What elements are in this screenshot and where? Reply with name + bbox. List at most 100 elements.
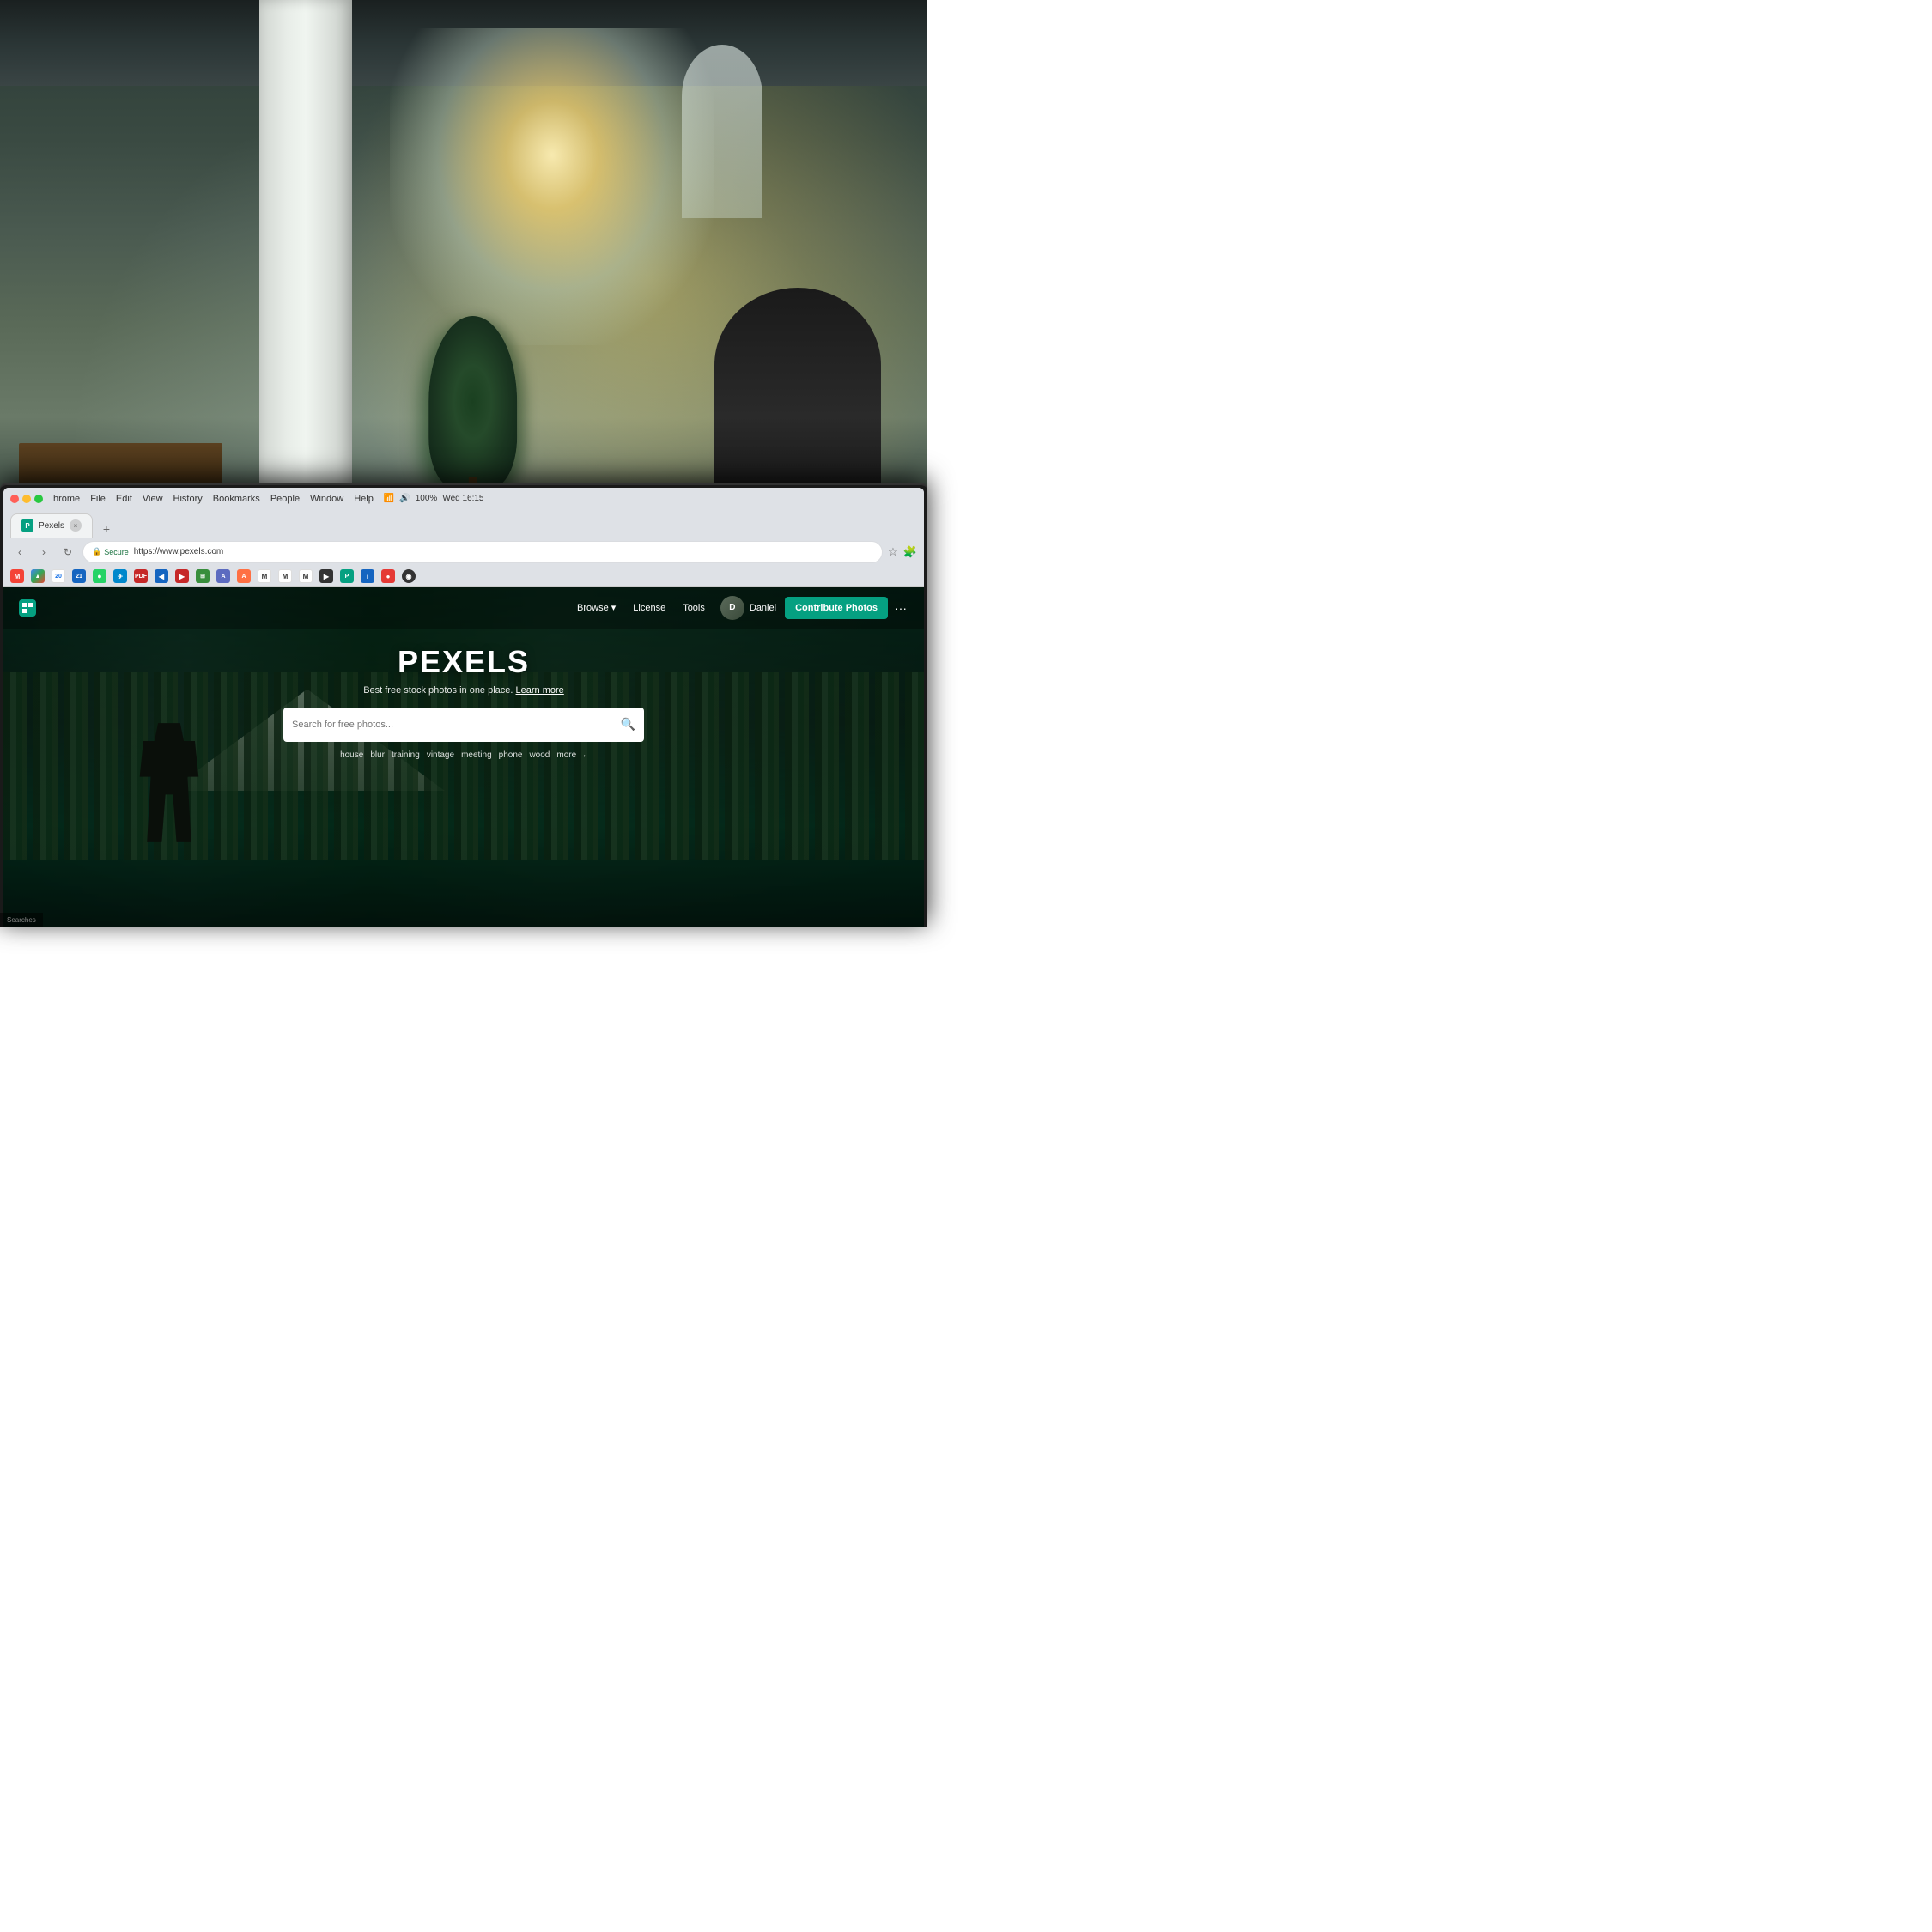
bookmark-ext7[interactable]: ● bbox=[381, 569, 395, 583]
bookmark-ext5[interactable]: P bbox=[340, 569, 354, 583]
tag-wood[interactable]: wood bbox=[529, 750, 550, 760]
forward-button[interactable]: › bbox=[34, 543, 53, 562]
active-tab[interactable]: P Pexels × bbox=[10, 513, 93, 538]
ext4-icon: ▶ bbox=[319, 569, 333, 583]
youtube-icon: ▶ bbox=[175, 569, 189, 583]
bookmark-ext8[interactable]: ◉ bbox=[402, 569, 416, 583]
volume-icon: 🔊 bbox=[399, 494, 410, 503]
laptop-screen: hrome File Edit View History Bookmarks P… bbox=[0, 483, 927, 927]
tag-more[interactable]: more → bbox=[556, 750, 587, 760]
bookmark-pdf[interactable]: PDF bbox=[134, 569, 148, 583]
menu-help[interactable]: Help bbox=[354, 494, 374, 504]
maximize-button[interactable] bbox=[34, 495, 43, 503]
mac-titlebar: hrome File Edit View History Bookmarks P… bbox=[3, 488, 924, 510]
tag-vintage[interactable]: vintage bbox=[427, 750, 454, 760]
pexels-nav-links: Browse ▾ License Tools D bbox=[570, 596, 910, 620]
user-name: Daniel bbox=[750, 603, 776, 613]
bookmark-medium[interactable]: M bbox=[258, 569, 271, 583]
search-input[interactable] bbox=[292, 720, 621, 730]
tag-phone[interactable]: phone bbox=[499, 750, 523, 760]
bookmark-gmail[interactable]: M bbox=[10, 569, 24, 583]
medium3-icon: M bbox=[299, 569, 313, 583]
telegram-icon: ✈ bbox=[113, 569, 127, 583]
bookmark-ext4[interactable]: ▶ bbox=[319, 569, 333, 583]
address-bar[interactable]: 🔒 Secure https://www.pexels.com bbox=[82, 541, 883, 563]
browse-nav-item[interactable]: Browse ▾ bbox=[570, 597, 623, 618]
learn-more-link[interactable]: Learn more bbox=[516, 685, 564, 696]
menu-window[interactable]: Window bbox=[310, 494, 343, 504]
tools-nav-item[interactable]: Tools bbox=[676, 598, 712, 618]
search-icon[interactable]: 🔍 bbox=[621, 717, 635, 732]
ext8-icon: ◉ bbox=[402, 569, 416, 583]
battery-icon: 100% bbox=[416, 494, 438, 503]
bookmark-cal2[interactable]: 21 bbox=[72, 569, 86, 583]
bookmark-ext1[interactable]: ◀ bbox=[155, 569, 168, 583]
user-area[interactable]: D Daniel bbox=[715, 596, 781, 620]
whatsapp-icon: ● bbox=[93, 569, 106, 583]
bookmark-medium2[interactable]: M bbox=[278, 569, 292, 583]
menu-people[interactable]: People bbox=[270, 494, 300, 504]
bookmark-yt[interactable]: ▶ bbox=[175, 569, 189, 583]
bookmark-telegram[interactable]: ✈ bbox=[113, 569, 127, 583]
tag-meeting[interactable]: meeting bbox=[461, 750, 492, 760]
tab-close-button[interactable]: × bbox=[70, 519, 82, 532]
pexels-navbar: Browse ▾ License Tools D bbox=[3, 587, 924, 629]
pexels-search-bar[interactable]: 🔍 bbox=[283, 708, 644, 742]
browse-label: Browse bbox=[577, 603, 609, 613]
bookmark-gdrive[interactable]: ▲ bbox=[31, 569, 45, 583]
bottom-label: Searches bbox=[7, 916, 36, 924]
back-button[interactable]: ‹ bbox=[10, 543, 29, 562]
reload-button[interactable]: ↻ bbox=[58, 543, 77, 562]
chrome-menu: hrome File Edit View History Bookmarks P… bbox=[46, 490, 491, 507]
bookmark-medium3[interactable]: M bbox=[299, 569, 313, 583]
screen-bezel: hrome File Edit View History Bookmarks P… bbox=[0, 483, 927, 927]
menu-history[interactable]: History bbox=[173, 494, 203, 504]
secure-label: Secure bbox=[104, 548, 129, 556]
medium2-icon: M bbox=[278, 569, 292, 583]
tab-bar: P Pexels × + bbox=[3, 510, 924, 538]
bookmark-cal1[interactable]: 20 bbox=[52, 569, 65, 583]
user-initials: D bbox=[729, 603, 735, 612]
new-tab-button[interactable]: + bbox=[98, 520, 115, 538]
tab-favicon: P bbox=[21, 519, 33, 532]
tab-label: Pexels bbox=[39, 521, 64, 531]
license-nav-item[interactable]: License bbox=[626, 598, 672, 618]
search-tags: house blur training vintage meeting phon… bbox=[340, 750, 587, 760]
bookmark-ext2[interactable]: A bbox=[216, 569, 230, 583]
menu-edit[interactable]: Edit bbox=[116, 494, 132, 504]
more-options-button[interactable]: ··· bbox=[891, 601, 910, 615]
pexels-logo-icon bbox=[17, 598, 38, 618]
contribute-photos-button[interactable]: Contribute Photos bbox=[785, 597, 888, 619]
browse-dropdown-icon: ▾ bbox=[611, 602, 617, 613]
tag-blur[interactable]: blur bbox=[370, 750, 385, 760]
tag-training[interactable]: training bbox=[392, 750, 420, 760]
bookmark-ext3[interactable]: A bbox=[237, 569, 251, 583]
pexels-logo[interactable] bbox=[17, 598, 38, 618]
window-area bbox=[390, 28, 714, 344]
chrome-browser: hrome File Edit View History Bookmarks P… bbox=[3, 488, 924, 927]
pexels-bm-icon: P bbox=[340, 569, 354, 583]
close-button[interactable] bbox=[10, 495, 19, 503]
bookmark-ext6[interactable]: i bbox=[361, 569, 374, 583]
menu-bookmarks[interactable]: Bookmarks bbox=[213, 494, 260, 504]
bookmark-sheets[interactable]: ⊞ bbox=[196, 569, 210, 583]
menu-file[interactable]: File bbox=[90, 494, 106, 504]
ext2-icon: A bbox=[216, 569, 230, 583]
pexels-subtitle: Best free stock photos in one place. Lea… bbox=[363, 685, 564, 696]
license-label: License bbox=[633, 603, 665, 613]
calendar2-icon: 21 bbox=[72, 569, 86, 583]
extensions-icon[interactable]: 🧩 bbox=[903, 545, 917, 559]
ext1-icon: ◀ bbox=[155, 569, 168, 583]
menu-hrome[interactable]: hrome bbox=[53, 494, 80, 504]
system-icons: 📶 🔊 100% Wed 16:15 bbox=[384, 494, 484, 503]
bookmark-star-icon[interactable]: ☆ bbox=[888, 545, 898, 559]
menu-view[interactable]: View bbox=[143, 494, 163, 504]
contribute-label: Contribute Photos bbox=[795, 603, 878, 613]
plant-foliage bbox=[428, 316, 518, 489]
minimize-button[interactable] bbox=[22, 495, 31, 503]
bookmark-bar: M ▲ 20 21 ● ✈ PDF bbox=[3, 567, 924, 587]
pexels-site-title: PEXELS bbox=[398, 644, 530, 680]
tag-house[interactable]: house bbox=[340, 750, 363, 760]
secure-badge: 🔒 Secure bbox=[92, 547, 129, 556]
bookmark-whatsapp[interactable]: ● bbox=[93, 569, 106, 583]
